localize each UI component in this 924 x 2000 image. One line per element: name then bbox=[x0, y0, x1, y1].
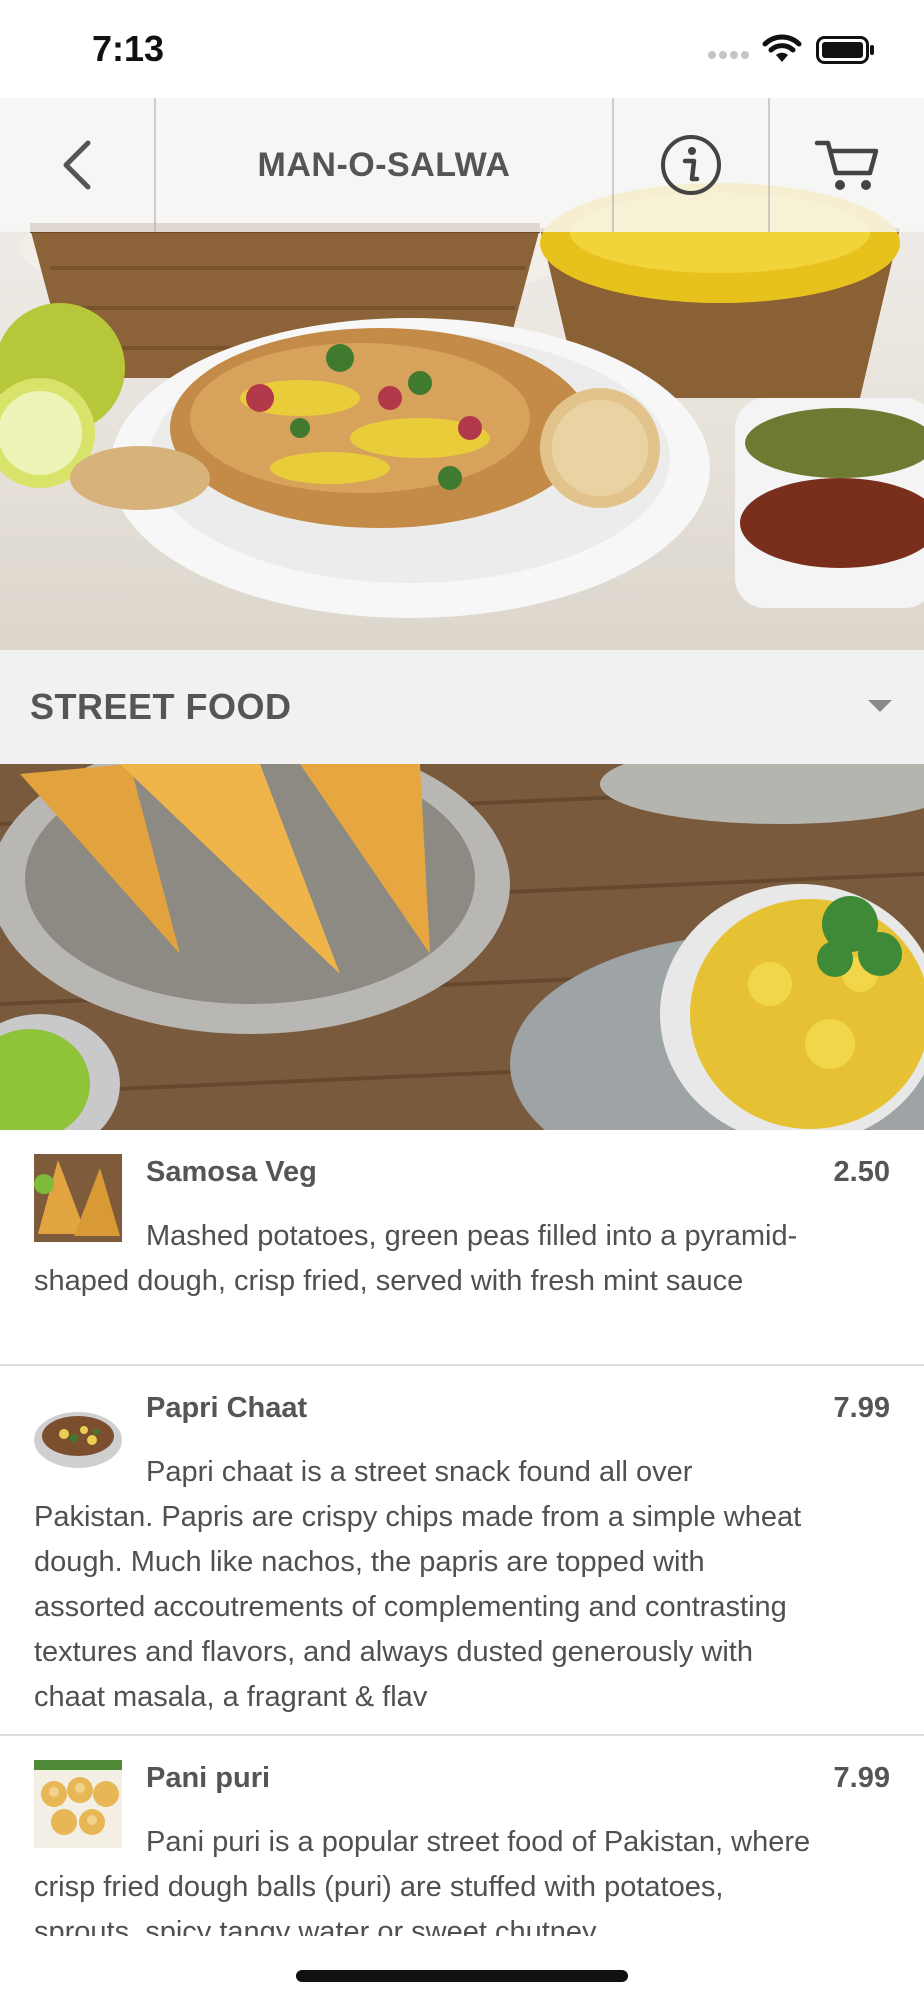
status-bar: 7:13 bbox=[0, 0, 924, 98]
item-description: Pani puri is a popular street food of Pa… bbox=[34, 1826, 811, 1948]
back-button[interactable] bbox=[0, 98, 154, 232]
category-label: STREET FOOD bbox=[30, 686, 292, 727]
info-icon bbox=[661, 135, 721, 195]
category-selector[interactable]: STREET FOOD bbox=[0, 650, 924, 764]
cart-button[interactable] bbox=[770, 98, 924, 232]
info-button[interactable] bbox=[614, 98, 768, 232]
home-indicator[interactable] bbox=[296, 1970, 628, 1982]
battery-icon bbox=[816, 36, 874, 64]
chevron-left-icon bbox=[63, 140, 91, 190]
item-price: 7.99 bbox=[833, 1392, 890, 1424]
cart-icon bbox=[814, 140, 879, 190]
bottom-safe-area bbox=[0, 1936, 924, 2000]
item-name: Papri Chaat bbox=[146, 1392, 308, 1424]
menu-item[interactable]: Papri Chaat 7.99 Papri chaat is a street… bbox=[0, 1366, 924, 1734]
menu-item[interactable]: Pani puri 7.99 Pani puri is a popular st… bbox=[0, 1736, 924, 1948]
status-time: 7:13 bbox=[92, 28, 165, 69]
wifi-icon bbox=[762, 34, 802, 62]
item-description: Mashed potatoes, green peas filled into … bbox=[34, 1220, 798, 1297]
category-image bbox=[0, 764, 924, 1130]
item-name: Pani puri bbox=[146, 1762, 271, 1794]
item-price: 7.99 bbox=[833, 1762, 890, 1794]
restaurant-title: MAN-O-SALWA bbox=[257, 145, 511, 184]
signal-icon bbox=[708, 46, 754, 59]
menu-item[interactable]: Samosa Veg 2.50 Mashed potatoes, green p… bbox=[0, 1130, 924, 1364]
item-description: Papri chaat is a street snack found all … bbox=[34, 1456, 802, 1713]
item-name: Samosa Veg bbox=[146, 1156, 317, 1188]
caret-down-icon[interactable] bbox=[868, 700, 892, 714]
item-price: 2.50 bbox=[833, 1156, 890, 1188]
